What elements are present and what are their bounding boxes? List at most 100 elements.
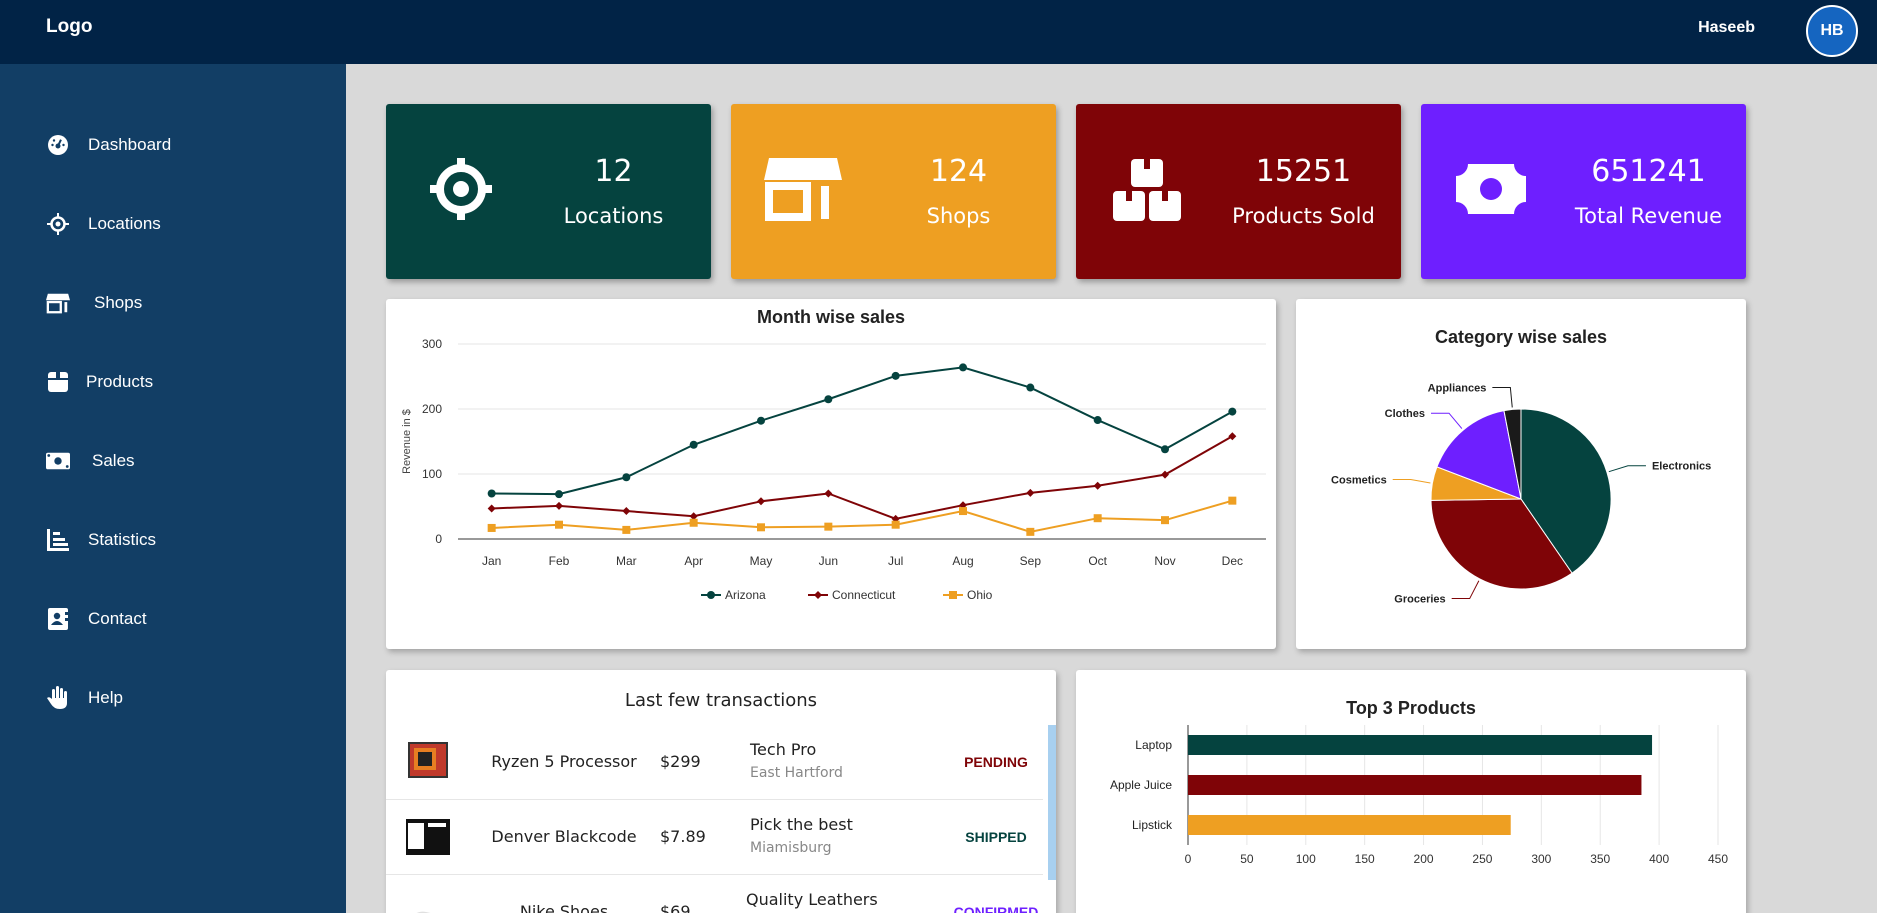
transactions-title: Last few transactions <box>624 690 818 711</box>
sidebar-item-label: Help <box>88 688 123 707</box>
sidebar-item-products[interactable]: Products <box>46 367 153 397</box>
data-point <box>487 523 496 532</box>
data-point <box>1093 481 1102 490</box>
transactions-scrollbar[interactable] <box>1048 725 1056 880</box>
shop-name: Pick the best <box>750 815 853 834</box>
x-tick-label: Jan <box>482 554 501 568</box>
status-badge: CONFIRMED <box>953 904 1039 913</box>
series-line-connecticut <box>491 435 1233 520</box>
crosshair-icon <box>46 212 70 236</box>
x-tick-label: Nov <box>1154 554 1175 568</box>
data-point <box>757 523 765 532</box>
x-tick-label: 50 <box>1240 852 1254 866</box>
y-axis-label: Revenue in $ <box>401 409 413 474</box>
data-point <box>1161 516 1169 525</box>
box-icon <box>46 370 70 394</box>
money-icon <box>46 449 70 473</box>
sidebar-item-dashboard[interactable]: Dashboard <box>46 130 171 160</box>
x-tick-label: 0 <box>1185 852 1192 866</box>
sidebar-item-sales[interactable]: Sales <box>46 446 135 476</box>
sidebar-item-help[interactable]: Help <box>46 683 123 713</box>
pie-label: Clothes <box>1385 408 1425 420</box>
product-price: $69 <box>660 902 691 913</box>
data-point <box>1026 488 1035 497</box>
pie-label: Groceries <box>1394 594 1445 606</box>
x-tick-label: 400 <box>1649 852 1669 866</box>
app-logo[interactable]: Logo <box>46 16 92 38</box>
bar-lipstick <box>1188 815 1511 835</box>
stat-card-total-revenue[interactable]: 651241 Total Revenue <box>1421 104 1746 279</box>
sidebar-item-label: Sales <box>92 451 135 470</box>
shop-name: Tech Pro <box>750 740 817 759</box>
username[interactable]: Haseeb <box>1698 19 1755 37</box>
avatar[interactable]: HB <box>1806 5 1858 57</box>
stat-label: Total Revenue <box>1574 204 1723 228</box>
data-point <box>689 518 698 527</box>
pie-leader-line <box>1431 412 1463 429</box>
data-point <box>959 363 967 372</box>
category-sales-panel: Category wise sales Electronics Groceries… <box>1296 299 1746 649</box>
product-name: Denver Blackcode <box>491 827 637 846</box>
x-tick-label: Apr <box>684 554 703 568</box>
stat-value: 12 <box>594 154 633 189</box>
status-badge: PENDING <box>964 754 1028 770</box>
pie-label: Electronics <box>1652 461 1711 473</box>
data-point <box>1161 470 1169 479</box>
data-point <box>689 440 698 449</box>
table-row[interactable]: Ryzen 5 Processor $299 Tech Pro East Har… <box>386 725 1043 800</box>
data-point <box>1093 416 1102 425</box>
data-point <box>891 520 900 529</box>
stat-card-products-sold[interactable]: 15251 Products Sold <box>1076 104 1401 279</box>
bar-laptop <box>1188 735 1653 755</box>
product-price: $7.89 <box>660 827 706 846</box>
data-point <box>487 489 496 498</box>
sidebar-item-label: Contact <box>88 609 147 628</box>
x-tick-label: 250 <box>1472 852 1492 866</box>
data-point <box>891 371 900 380</box>
x-tick-label: Jul <box>888 554 903 568</box>
sidebar-item-label: Shops <box>94 293 143 312</box>
series-line-arizona <box>491 366 1233 496</box>
x-tick-label: Jun <box>819 554 838 568</box>
pie-chart: Electronics Groceries Cosmetics Clothes Appl… <box>1331 383 1711 606</box>
sidebar-item-statistics[interactable]: Statistics <box>46 525 156 555</box>
data-point <box>555 520 563 529</box>
x-tick-label: 150 <box>1355 852 1375 866</box>
status-badge: SHIPPED <box>965 829 1027 845</box>
x-tick-label: 200 <box>1414 852 1434 866</box>
contact-card-icon <box>46 607 70 631</box>
table-row[interactable]: Nike Shoes $69 Quality Leathers CONFIRME… <box>386 875 1043 913</box>
stat-card-shops[interactable]: 124 Shops <box>731 104 1056 279</box>
sidebar-item-locations[interactable]: Locations <box>46 209 161 239</box>
stat-value: 15251 <box>1255 154 1352 189</box>
sidebar-item-shops[interactable]: Shops <box>46 288 142 318</box>
data-point <box>824 395 833 404</box>
x-tick-label: Sep <box>1020 554 1042 568</box>
shop-city: East Hartford <box>750 765 843 781</box>
legend-marker <box>814 591 822 599</box>
sidebar-item-label: Statistics <box>88 530 157 549</box>
sidebar: Dashboard Locations Shops Products Sales… <box>0 64 346 913</box>
pie-leader-line <box>1451 580 1480 600</box>
data-point <box>555 501 563 510</box>
dashboard-icon <box>46 133 70 157</box>
month-sales-panel: Month wise sales 0 100 200 300 Jan Feb Mar Apr M… <box>386 299 1276 649</box>
data-point <box>1026 527 1035 536</box>
stat-label: Locations <box>563 204 664 228</box>
product-name: Ryzen 5 Processor <box>491 752 637 771</box>
product-name: Nike Shoes <box>519 902 609 913</box>
sidebar-item-contact[interactable]: Contact <box>46 604 147 634</box>
legend-label: Connecticut <box>832 588 896 602</box>
hand-icon <box>46 686 70 710</box>
data-point <box>959 507 967 516</box>
x-tick-label: Oct <box>1088 554 1107 568</box>
data-point <box>824 489 833 498</box>
stat-card-locations[interactable]: 12 Locations <box>386 104 711 279</box>
money-icon <box>1456 164 1526 214</box>
shop-city: Miamisburg <box>750 840 832 856</box>
table-row[interactable]: Denver Blackcode $7.89 Pick the best Mia… <box>386 800 1043 875</box>
sidebar-item-label: Dashboard <box>88 135 172 154</box>
y-tick-label: Apple Juice <box>1110 778 1172 792</box>
transactions-panel: Last few transactions Ryzen 5 Processor … <box>386 670 1056 913</box>
x-tick-label: 300 <box>1531 852 1551 866</box>
